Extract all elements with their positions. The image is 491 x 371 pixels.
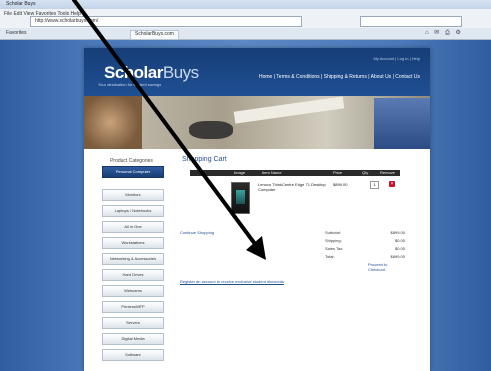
totals-row-tax: Sales Tax: $0.00 (325, 246, 405, 254)
tab-scholarbuys[interactable]: ScholarBuys.com (130, 30, 179, 40)
site-tagline: Your destination for student savings (98, 82, 162, 87)
site-logo[interactable]: ScholarBuys (104, 63, 199, 83)
logo-bold: Scholar (104, 63, 163, 82)
banner-person (84, 96, 142, 149)
account-links[interactable]: My Account | Log In | Help (373, 56, 420, 61)
sidebar-item-digital-media[interactable]: Digital Media (102, 333, 164, 345)
totals-row-shipping: Shipping: $0.00 (325, 238, 405, 246)
banner-paper (233, 96, 345, 124)
header-qty: Qty (362, 170, 369, 175)
cart-totals: Subtotal: $899.00 Shipping: $0.00 Sales Ta… (325, 230, 405, 262)
sidebar-item-networking[interactable]: Networking & Accessories (102, 253, 164, 265)
sidebar-item-workstations[interactable]: Workstations (102, 237, 164, 249)
quantity-input[interactable]: 1 (370, 181, 379, 189)
sidebar-item-personal-computer[interactable]: Personal Computer (102, 166, 164, 178)
window-titlebar: Scholar Buys (0, 0, 491, 9)
cart-table-header: Image Item Name Price Qty Remove (190, 170, 400, 176)
main-nav[interactable]: Home | Terms & Conditions | Shipping & R… (259, 74, 420, 80)
subtotal-value: $899.00 (390, 230, 405, 235)
sidebar-item-software[interactable]: Software (102, 349, 164, 361)
tax-label: Sales Tax: (325, 246, 344, 251)
banner-mouse (189, 121, 233, 139)
tax-value: $0.00 (394, 246, 405, 251)
address-bar[interactable]: http://www.scholarbuys.com/ (30, 16, 302, 27)
header-price: Price (333, 170, 343, 175)
header-image: Image (234, 170, 246, 175)
product-name-link[interactable]: Lenovo ThinkCentre Edge 71 Desktop Compu… (258, 182, 328, 192)
header-item-name: Item Name (262, 170, 282, 175)
window-title: Scholar Buys (6, 1, 36, 7)
total-label: Total: (325, 254, 335, 259)
checkout-link[interactable]: Proceed to Checkout (368, 262, 400, 272)
sidebar-item-laptops[interactable]: Laptops / Notebooks (102, 205, 164, 217)
header-remove: Remove (380, 170, 395, 175)
logo-light: Buys (162, 63, 199, 82)
sidebar-item-servers[interactable]: Servers (102, 317, 164, 329)
total-value: $899.00 (390, 254, 405, 259)
cart-content: Shopping Cart Image Item Name Price Qty … (180, 156, 422, 356)
shipping-value: $0.00 (394, 238, 405, 243)
product-price: $899.00 (333, 182, 348, 187)
totals-row-total: Total: $899.00 (325, 254, 405, 262)
site-header: My Account | Log In | Help ScholarBuys Y… (84, 48, 430, 96)
website-container: My Account | Log In | Help ScholarBuys Y… (84, 48, 430, 371)
sidebar-item-printers[interactable]: Printers/MFP (102, 301, 164, 313)
sidebar-item-all-in-one[interactable]: All in One (102, 221, 164, 233)
address-url[interactable]: http://www.scholarbuys.com/ (35, 18, 98, 24)
hero-banner-image (84, 96, 430, 149)
toolbar-icons[interactable]: ⌂ ✉ ⎙ ⚙ (425, 29, 463, 37)
product-image[interactable] (231, 182, 250, 214)
subtotal-label: Subtotal: (325, 230, 341, 235)
shipping-label: Shipping: (325, 238, 342, 243)
tab-bar: Favorites ScholarBuys.com (0, 28, 491, 40)
remove-item-icon[interactable]: × (389, 181, 395, 187)
sidebar-item-webcams[interactable]: Webcams (102, 285, 164, 297)
search-input[interactable] (360, 16, 462, 27)
sidebar-title: Product Categories (110, 158, 153, 164)
totals-row-subtotal: Subtotal: $899.00 (325, 230, 405, 238)
sidebar-item-monitors[interactable]: Monitors (102, 189, 164, 201)
favorites-tab[interactable]: Favorites (6, 30, 27, 38)
banner-sleeve (374, 98, 430, 149)
page-title: Shopping Cart (182, 156, 227, 163)
register-promo-link[interactable]: Register an account to receive exclusive… (180, 279, 284, 284)
sidebar-item-hard-drives[interactable]: Hard Drives (102, 269, 164, 281)
continue-shopping-link[interactable]: Continue Shopping (180, 230, 214, 235)
